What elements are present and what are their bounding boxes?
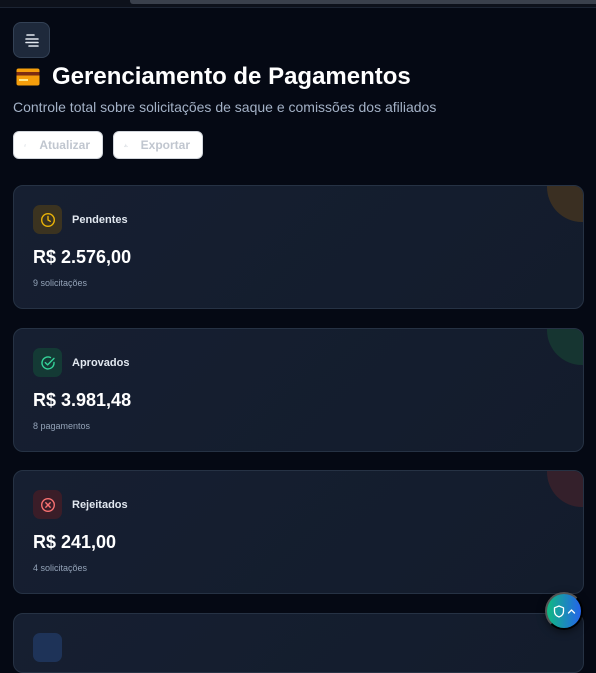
stat-card-approved: Aprovados R$ 3.981,48 8 pagamentos bbox=[13, 328, 584, 452]
check-circle-icon bbox=[40, 355, 55, 370]
refresh-icon bbox=[24, 143, 27, 147]
stat-icon-box bbox=[33, 490, 62, 519]
card-corner-decoration bbox=[547, 329, 583, 365]
stat-card-partial bbox=[13, 613, 584, 673]
stat-detail: 4 solicitações bbox=[33, 563, 88, 573]
browser-top-scrollbar[interactable] bbox=[0, 0, 596, 8]
stat-amount: R$ 241,00 bbox=[33, 532, 117, 552]
page-title: Gerenciamento de Pagamentos bbox=[16, 62, 411, 92]
stat-label: Aprovados bbox=[72, 357, 130, 369]
scrollbar-thumb[interactable] bbox=[130, 0, 596, 4]
menu-list-icon bbox=[24, 34, 39, 47]
stat-icon-box bbox=[33, 205, 62, 234]
refresh-button-label: Atualizar bbox=[39, 138, 90, 152]
stat-icon-box bbox=[33, 348, 62, 377]
toolbar: Atualizar Exportar bbox=[13, 131, 203, 159]
download-icon bbox=[124, 143, 128, 147]
stat-icon-box bbox=[33, 633, 62, 662]
stat-label: Rejeitados bbox=[72, 499, 128, 511]
card-corner-decoration bbox=[547, 186, 583, 222]
stat-card-rejected: Rejeitados R$ 241,00 4 solicitações bbox=[13, 470, 584, 594]
x-circle-icon bbox=[40, 497, 55, 512]
refresh-button[interactable]: Atualizar bbox=[13, 131, 103, 159]
stat-detail: 9 solicitações bbox=[33, 278, 88, 288]
shield-icon bbox=[553, 604, 564, 618]
menu-button[interactable] bbox=[13, 22, 50, 58]
floating-action-button[interactable] bbox=[545, 592, 583, 630]
stat-card-pending: Pendentes R$ 2.576,00 9 solicitações bbox=[13, 185, 584, 309]
page-subtitle: Controle total sobre solicitações de saq… bbox=[13, 99, 437, 115]
page-title-text: Gerenciamento de Pagamentos bbox=[52, 63, 411, 90]
card-corner-decoration bbox=[547, 471, 583, 507]
stat-amount: R$ 3.981,48 bbox=[33, 390, 132, 410]
credit-card-icon bbox=[16, 68, 40, 86]
clock-icon bbox=[40, 212, 55, 227]
chevron-up-icon bbox=[567, 608, 575, 614]
stat-detail: 8 pagamentos bbox=[33, 421, 91, 431]
stat-label: Pendentes bbox=[72, 214, 128, 226]
export-button[interactable]: Exportar bbox=[113, 131, 203, 159]
export-button-label: Exportar bbox=[140, 138, 190, 152]
stat-amount: R$ 2.576,00 bbox=[33, 247, 132, 267]
